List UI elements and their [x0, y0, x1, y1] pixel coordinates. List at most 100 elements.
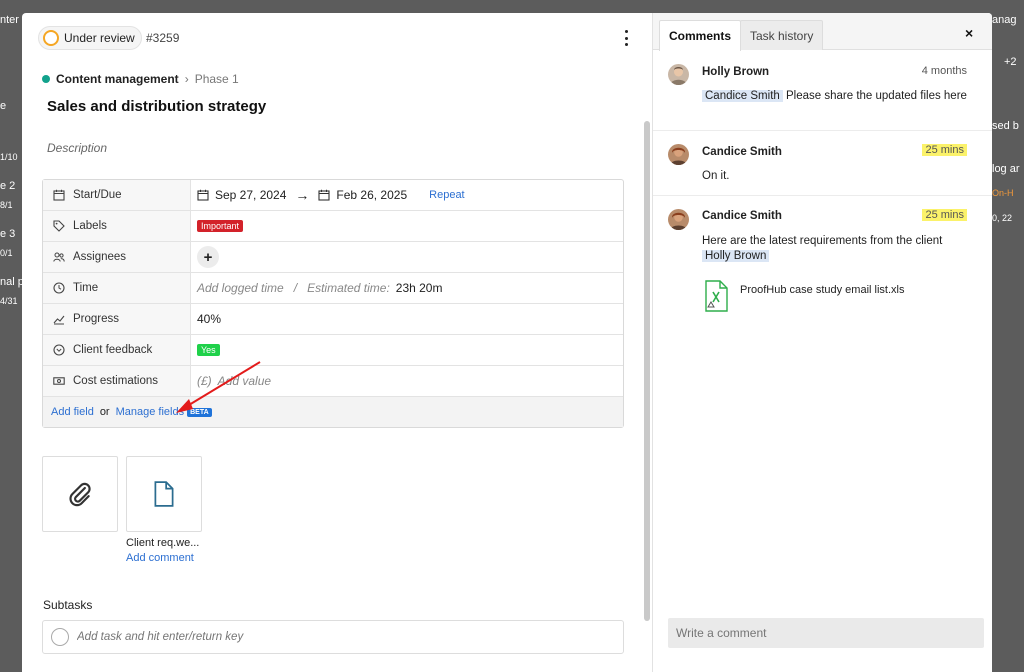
field-label: Time — [73, 282, 99, 294]
add-assignee-button[interactable]: + — [197, 246, 219, 268]
breadcrumb: Content management › Phase 1 — [42, 72, 239, 86]
comment-time: 4 months — [921, 65, 967, 77]
task-id: #3259 — [146, 31, 180, 45]
bg-fragment: e 3 — [0, 228, 16, 240]
field-row-labels: Labels Important — [43, 211, 623, 242]
progress-value: 40% — [197, 312, 222, 326]
attachment-add-comment-link[interactable]: Add comment — [126, 552, 194, 564]
field-label-cell: Labels — [43, 211, 191, 241]
write-comment-input[interactable] — [676, 626, 966, 640]
clock-icon — [53, 282, 65, 294]
field-row-start-due: Start/Due Sep 27, 2024 → Feb 26, 2025 Re… — [43, 180, 623, 211]
avatar[interactable] — [668, 64, 689, 85]
label-badge-important[interactable]: Important — [197, 220, 244, 232]
status-label: Under review — [64, 31, 135, 45]
start-date[interactable]: Sep 27, 2024 — [215, 188, 286, 202]
avatar[interactable] — [668, 144, 689, 165]
bg-fragment: e 2 — [0, 180, 16, 192]
document-icon — [154, 481, 174, 507]
bg-fragment: e — [0, 100, 7, 112]
comment-body: Here are the latest requirements from th… — [702, 235, 943, 247]
field-value-client-feedback[interactable]: Yes — [191, 344, 623, 356]
breadcrumb-project[interactable]: Content management — [56, 72, 179, 86]
field-label: Labels — [73, 220, 107, 232]
bg-fragment: sed b — [992, 120, 1019, 132]
chevron-circle-icon — [53, 344, 65, 356]
bg-fragment: +2 — [1004, 56, 1017, 68]
write-comment-box — [668, 618, 984, 648]
subtasks-heading: Subtasks — [43, 598, 93, 612]
avatar[interactable] — [668, 209, 689, 230]
field-label-cell: Start/Due — [43, 180, 191, 210]
field-label: Progress — [73, 313, 120, 325]
background-right-strip: anag +2 sed b log ar On-H 0, 22 — [992, 0, 1024, 672]
comment-body: Please share the updated files here — [786, 90, 967, 102]
project-color-dot — [42, 75, 50, 83]
field-label-cell: Assignees — [43, 242, 191, 272]
bg-fragment: 1/10 — [0, 152, 18, 162]
add-subtask-input[interactable] — [77, 631, 477, 643]
task-details-panel: Under review #3259 Content management › … — [22, 13, 652, 672]
bg-fragment: 0/1 — [0, 248, 13, 258]
description-field[interactable]: Description — [47, 141, 107, 155]
subtask-circle-icon — [51, 628, 69, 646]
field-label: Cost estimations — [73, 375, 159, 387]
task-title[interactable]: Sales and distribution strategy — [47, 98, 266, 115]
bg-fragment: On-H — [992, 188, 1014, 198]
field-value-progress[interactable]: 40% — [191, 312, 623, 326]
calendar-icon — [197, 189, 209, 201]
field-label-cell: Time — [43, 273, 191, 303]
field-value-start-due: Sep 27, 2024 → Feb 26, 2025 Repeat — [191, 187, 623, 203]
breadcrumb-phase[interactable]: Phase 1 — [195, 72, 239, 86]
repeat-link[interactable]: Repeat — [429, 189, 464, 201]
field-value-labels[interactable]: Important — [191, 220, 623, 232]
comment-author[interactable]: Candice Smith — [702, 210, 782, 222]
comment-time: 25 mins — [922, 144, 967, 156]
bg-fragment: 8/1 — [0, 200, 13, 210]
add-field-link[interactable]: Add field — [51, 406, 94, 418]
field-row-cost: Cost estimations (£) Add value — [43, 366, 623, 397]
bg-fragment: nal p — [0, 276, 22, 288]
attachment-filename: ProofHub case study email list.xls — [740, 284, 905, 296]
field-label-cell: Cost estimations — [43, 366, 191, 396]
field-label: Assignees — [73, 251, 127, 263]
field-row-assignees: Assignees + — [43, 242, 623, 273]
comment-text: Candice Smith Please share the updated f… — [702, 89, 972, 104]
field-row-time: Time Add logged time / Estimated time: 2… — [43, 273, 623, 304]
money-icon — [53, 375, 65, 387]
attachment-thumbnail[interactable] — [126, 456, 202, 532]
breadcrumb-separator: › — [184, 72, 189, 86]
details-scrollbar[interactable] — [644, 121, 650, 621]
add-subtask-row — [42, 620, 624, 654]
estimated-time-value[interactable]: 23h 20m — [396, 281, 443, 295]
estimated-time-label: Estimated time: — [307, 281, 390, 295]
logged-time-input[interactable]: Add logged time — [197, 281, 284, 295]
tab-comments[interactable]: Comments — [659, 20, 742, 51]
attachment-name[interactable]: Client req.we... — [126, 537, 199, 549]
comment-attachment[interactable]: ProofHub case study email list.xls — [702, 280, 904, 312]
field-label-cell: Progress — [43, 304, 191, 334]
footer-or: or — [99, 406, 110, 418]
tab-task-history[interactable]: Task history — [740, 20, 824, 50]
more-options-icon[interactable] — [620, 30, 632, 46]
mention-tag[interactable]: Holly Brown — [702, 250, 770, 262]
comment-author[interactable]: Candice Smith — [702, 146, 782, 158]
task-modal: Under review #3259 Content management › … — [22, 13, 992, 672]
custom-fields-table: Start/Due Sep 27, 2024 → Feb 26, 2025 Re… — [42, 179, 624, 428]
due-date[interactable]: Feb 26, 2025 — [336, 188, 407, 202]
tag-icon — [53, 220, 65, 232]
arrow-right-icon: → — [295, 187, 310, 203]
comment-body: On it. — [702, 170, 730, 182]
comment-author[interactable]: Holly Brown — [702, 66, 769, 78]
background-left-strip: nter e 1/10 e 2 8/1 e 3 0/1 nal p 4/31 — [0, 0, 22, 672]
comment-item: Holly Brown 4 months Candice Smith Pleas… — [653, 50, 992, 131]
close-icon[interactable]: × — [965, 25, 973, 41]
bg-fragment: anag — [992, 14, 1017, 26]
status-button[interactable]: Under review — [38, 26, 142, 50]
field-value-assignees: + — [191, 246, 623, 268]
mention-tag[interactable]: Candice Smith — [702, 90, 783, 102]
comment-time: 25 mins — [922, 209, 967, 221]
add-attachment-button[interactable] — [42, 456, 118, 532]
trend-icon — [53, 313, 65, 325]
feedback-badge-yes[interactable]: Yes — [197, 344, 220, 356]
